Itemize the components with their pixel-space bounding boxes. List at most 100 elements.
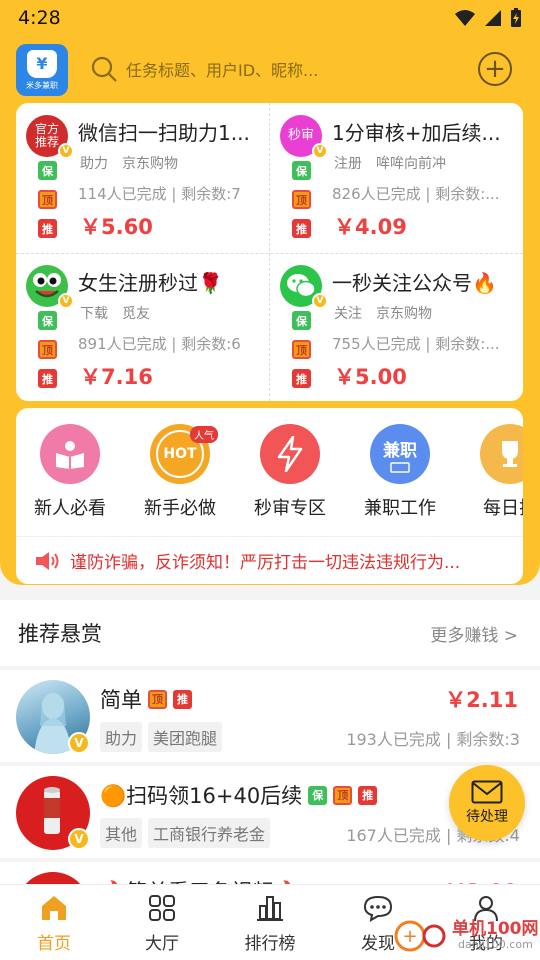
verified-badge: V	[312, 293, 328, 309]
lightning-icon	[260, 424, 320, 484]
task-price: ￥7.16	[80, 365, 153, 389]
top-badge: 顶	[38, 190, 57, 209]
shortcut-label: 每日揭	[483, 498, 523, 519]
featured-task[interactable]: V 女生注册秒过🌹 下载 觅友 保 顶 推 891人已完成 | 剩余数:6 ￥7.…	[16, 253, 269, 401]
featured-task[interactable]: 官方推荐 V 微信扫一扫助力1... 助力 京东购物 保 顶 推 114人已完成 …	[16, 103, 269, 253]
search-bar[interactable]: 任务标题、用户ID、昵称...	[90, 50, 440, 88]
tab-home[interactable]: 首页	[0, 885, 108, 960]
boost-badge: 推	[173, 689, 192, 709]
app-root: { "status": {"time": "4:28"}, "header": …	[0, 0, 540, 960]
task-title: 1分审核+加后续...	[332, 121, 501, 145]
task-tags: 注册 哞哞向前冲	[334, 153, 460, 173]
search-placeholder: 任务标题、用户ID、昵称...	[126, 61, 319, 80]
shortcut-row[interactable]: 新人必看 HOT 人气 新手必做 秒审专区 兼职 兼职工作 每日	[16, 424, 523, 534]
top-badge: 顶	[292, 190, 311, 209]
top-badge: 顶	[292, 340, 311, 359]
svg-text:+: +	[402, 926, 417, 947]
book-icon	[40, 424, 100, 484]
watermark: + 单机100网 danji100.com	[392, 912, 540, 960]
boost-badge: 推	[358, 785, 378, 805]
add-button[interactable]: +	[478, 52, 512, 86]
shortcut-newbie-guide[interactable]: 新人必看	[22, 424, 118, 534]
top-badge: 顶	[38, 340, 57, 359]
task-tag: 美团跑腿	[148, 722, 223, 752]
shortcut-panel: 新人必看 HOT 人气 新手必做 秒审专区 兼职 兼职工作 每日 谨防诈骗，反诈…	[16, 408, 523, 584]
guarantee-badge: 保	[38, 311, 57, 330]
boost-badge: 推	[38, 369, 57, 388]
tab-ranking[interactable]: 排行榜	[216, 885, 324, 960]
task-stats: 193人已完成 | 剩余数:3	[346, 730, 520, 749]
top-badge: 顶	[148, 689, 167, 709]
featured-tasks: 官方推荐 V 微信扫一扫助力1... 助力 京东购物 保 顶 推 114人已完成 …	[16, 103, 523, 401]
task-tag: 觅友	[122, 306, 150, 322]
task-tags: 其他 工商银行养老金	[100, 818, 271, 848]
shortcut-part-time[interactable]: 兼职 兼职工作	[352, 424, 448, 534]
pending-button[interactable]: 待处理	[449, 765, 525, 841]
badge-stack: 保 顶 推	[38, 311, 57, 388]
task-title: 女生注册秒过🌹	[78, 271, 223, 295]
task-price: ￥4.09	[334, 215, 407, 239]
badge-stack: 保 顶 推	[292, 311, 311, 388]
task-title: 微信扫一扫助力1...	[78, 121, 250, 145]
guarantee-badge: 保	[292, 311, 311, 330]
battery-icon	[511, 8, 521, 27]
badge-stack: 保 顶 推	[38, 161, 57, 238]
watermark-sub: danji100.com	[458, 938, 533, 951]
task-stats: 826人已完成 | 剩余数:...	[332, 185, 500, 203]
verified-badge: V	[68, 732, 90, 754]
featured-task[interactable]: V 一秒关注公众号🔥 关注 京东购物 保 顶 推 755人已完成 | 剩余数:..…	[270, 253, 523, 401]
verified-badge: V	[312, 143, 328, 159]
tab-label: 大厅	[145, 934, 179, 954]
task-stats: 891人已完成 | 剩余数:6	[78, 335, 241, 353]
verified-badge: V	[68, 828, 90, 850]
plus-icon: +	[484, 54, 506, 84]
verified-badge: V	[58, 293, 74, 309]
shortcut-label: 兼职工作	[364, 498, 436, 519]
badge-stack: 保 顶 推	[292, 161, 311, 238]
verified-badge: V	[58, 143, 74, 159]
task-tag: 助力	[100, 722, 143, 752]
task-tags: 助力 美团跑腿	[100, 722, 223, 752]
task-tags: 助力 京东购物	[80, 153, 192, 173]
section-header: 推荐悬赏 更多赚钱 >	[0, 600, 540, 666]
grid-icon	[147, 893, 177, 923]
watermark-logo-icon: +	[394, 920, 446, 952]
task-item[interactable]: V 简单 顶 推 助力 美团跑腿 ￥2.11 193人已完成 | 剩余数:3	[0, 670, 540, 762]
task-tag: 下载	[80, 306, 108, 322]
task-tag: 工商银行养老金	[148, 818, 271, 848]
tab-hall[interactable]: 大厅	[108, 885, 216, 960]
job-glyph: 兼职	[383, 440, 417, 461]
signal-icon	[485, 10, 501, 26]
task-price: ￥5.00	[334, 365, 407, 389]
job-icon: 兼职	[370, 424, 430, 484]
speaker-icon	[36, 551, 59, 570]
home-icon	[39, 893, 69, 923]
more-link[interactable]: 更多赚钱 >	[430, 621, 518, 646]
shortcut-beginner-tasks[interactable]: HOT 人气 新手必做	[132, 424, 228, 534]
envelope-icon	[471, 780, 503, 804]
search-icon	[91, 56, 117, 82]
notice-text: 谨防诈骗，反诈须知！严厉打击一切违法违规行为...	[70, 553, 461, 573]
task-title: 简单	[100, 688, 142, 712]
tab-label: 首页	[37, 934, 71, 954]
notice-bar[interactable]: 谨防诈骗，反诈须知！严厉打击一切违法违规行为...	[16, 536, 523, 584]
featured-task[interactable]: 秒审 V 1分审核+加后续... 注册 哞哞向前冲 保 顶 推 826人已完成 |…	[270, 103, 523, 253]
chart-icon	[255, 893, 285, 923]
task-stats: 114人已完成 | 剩余数:7	[78, 185, 241, 203]
avatar-text: 秒审	[287, 127, 314, 143]
shortcut-daily[interactable]: 每日揭	[462, 424, 523, 534]
task-tag: 其他	[100, 818, 143, 848]
task-price: ￥5.60	[80, 215, 153, 239]
task-tag: 注册	[334, 156, 362, 172]
task-tag: 哞哞向前冲	[376, 156, 446, 172]
shortcut-instant-review[interactable]: 秒审专区	[242, 424, 338, 534]
task-tag: 助力	[80, 156, 108, 172]
task-tag: 京东购物	[376, 306, 432, 322]
wifi-icon	[455, 10, 475, 26]
app-logo[interactable]: ¥ 米多兼职	[16, 44, 68, 96]
guarantee-badge: 保	[308, 785, 328, 805]
watermark-text: 单机100网	[452, 919, 539, 939]
task-title-row: 简单 顶 推	[100, 684, 192, 714]
hot-icon: HOT 人气	[150, 424, 218, 484]
shortcut-label: 新手必做	[144, 498, 216, 519]
